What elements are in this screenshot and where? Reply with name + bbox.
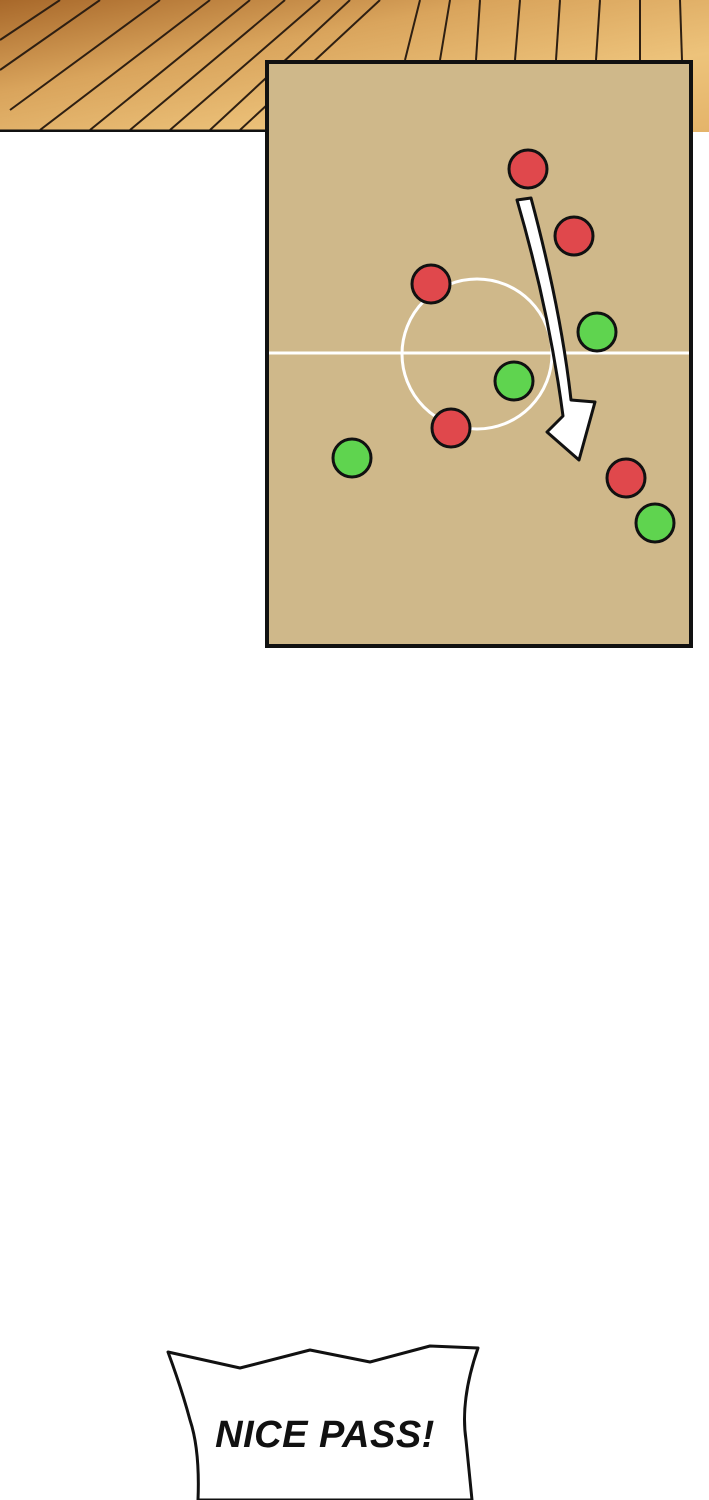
green-player-marker xyxy=(331,437,373,479)
red-player-marker xyxy=(553,215,595,257)
green-player-marker xyxy=(576,311,618,353)
tactics-board-diagram xyxy=(265,60,693,648)
speech-bubble-text: NICE PASS! xyxy=(215,1414,435,1456)
red-player-marker xyxy=(507,148,549,190)
green-player-marker xyxy=(634,502,676,544)
red-player-marker xyxy=(430,407,472,449)
red-player-marker xyxy=(410,263,452,305)
red-player-marker xyxy=(605,457,647,499)
tactics-board xyxy=(265,60,693,648)
speech-bubble: NICE PASS! xyxy=(160,1340,490,1500)
green-player-marker xyxy=(493,360,535,402)
